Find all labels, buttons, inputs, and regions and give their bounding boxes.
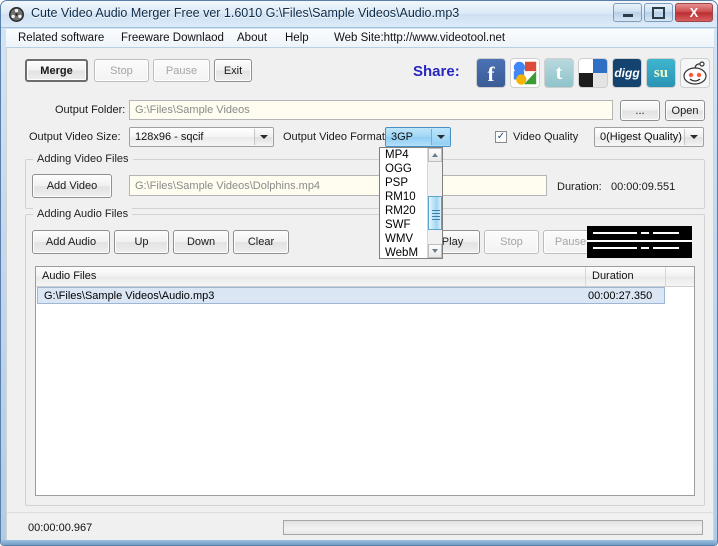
window-title: Cute Video Audio Merger Free ver 1.6010 …	[31, 6, 460, 20]
digg-label: digg	[614, 66, 640, 80]
output-video-size-combo[interactable]: 128x96 - sqcif	[129, 127, 274, 147]
scrollbar-thumb[interactable]	[428, 196, 442, 230]
maximize-icon	[645, 4, 672, 21]
row-duration: 00:00:27.350	[588, 290, 653, 302]
stumbleupon-share-icon[interactable]: su	[646, 58, 676, 88]
chevron-down-icon[interactable]	[684, 129, 702, 145]
lcd-time-display	[587, 226, 692, 258]
merge-button[interactable]: Merge	[25, 59, 88, 82]
adding-audio-files-title: Adding Audio Files	[33, 208, 133, 220]
title-bar: Cute Video Audio Merger Free ver 1.6010 …	[1, 1, 717, 28]
twitter-share-icon[interactable]: t	[544, 58, 574, 88]
stop-button[interactable]: Stop	[94, 59, 149, 82]
menu-item-about[interactable]: About	[234, 32, 270, 44]
minimize-button[interactable]	[613, 3, 642, 22]
video-quality-combo[interactable]: 0(Higest Quality)	[594, 127, 704, 147]
browse-folder-button[interactable]: ...	[620, 100, 660, 121]
video-duration-value: 00:00:09.551	[611, 181, 676, 193]
maximize-button[interactable]	[644, 3, 673, 22]
clear-list-button[interactable]: Clear	[233, 230, 289, 254]
share-label: Share:	[413, 63, 460, 80]
chevron-down-icon[interactable]	[254, 129, 272, 145]
open-folder-button[interactable]: Open	[665, 100, 705, 121]
table-row[interactable]: G:\Files\Sample Videos\Audio.mp3 00:00:2…	[37, 287, 665, 304]
scroll-down-icon[interactable]	[428, 244, 442, 258]
client-area: Merge Stop Pause Exit Share: f t digg su…	[6, 48, 714, 517]
reddit-share-icon[interactable]	[680, 58, 710, 88]
column-header-audio-files[interactable]: Audio Files	[36, 267, 586, 286]
googleplus-share-icon[interactable]	[510, 58, 540, 88]
stumbleupon-label: su	[653, 64, 669, 81]
pause-button[interactable]: Pause	[153, 59, 210, 82]
menu-item-website[interactable]: Web Site:http://www.videotool.net	[331, 32, 508, 44]
column-header-duration[interactable]: Duration	[586, 267, 666, 286]
minimize-icon	[614, 4, 641, 21]
menu-bar: Related software Freeware Downlaod About…	[6, 29, 714, 48]
digg-share-icon[interactable]: digg	[612, 58, 642, 88]
audio-stop-button[interactable]: Stop	[484, 230, 539, 254]
adding-video-files-title: Adding Video Files	[33, 153, 133, 165]
output-folder-input[interactable]: G:\Files\Sample Videos	[129, 100, 613, 120]
dropdown-scrollbar[interactable]	[427, 148, 442, 258]
output-video-format-value: 3GP	[391, 131, 414, 143]
video-file-path-input[interactable]: G:\Files\Sample Videos\Dolphins.mp4	[129, 175, 547, 196]
move-up-button[interactable]: Up	[114, 230, 169, 254]
close-button[interactable]: X	[675, 3, 713, 22]
status-bar: 00:00:00.967	[6, 512, 714, 541]
exit-button[interactable]: Exit	[214, 59, 252, 82]
list-header: Audio Files Duration	[36, 267, 694, 287]
close-icon: X	[689, 5, 699, 20]
menu-item-related-software[interactable]: Related software	[15, 32, 107, 44]
window-bottom-edge	[1, 540, 717, 545]
column-header-blank[interactable]	[666, 267, 694, 286]
output-video-format-dropdown[interactable]: MP4 OGG PSP RM10 RM20 SWF WMV WebM	[379, 147, 443, 259]
chevron-down-icon[interactable]	[431, 129, 449, 145]
menu-item-freeware-downlaod[interactable]: Freeware Downlaod	[118, 32, 227, 44]
add-audio-button[interactable]: Add Audio	[32, 230, 110, 254]
output-folder-label: Output Folder:	[55, 104, 126, 116]
output-video-size-label: Output Video Size:	[29, 131, 121, 143]
video-quality-value: 0(Higest Quality)	[600, 131, 682, 143]
move-down-button[interactable]: Down	[173, 230, 229, 254]
output-video-format-label: Output Video Format:	[283, 131, 388, 143]
video-duration-label: Duration:	[557, 181, 602, 193]
output-video-size-value: 128x96 - sqcif	[135, 131, 204, 143]
video-quality-label: Video Quality	[513, 131, 579, 143]
audio-files-list[interactable]: Audio Files Duration G:\Files\Sample Vid…	[35, 266, 695, 496]
checkmark-icon: ✓	[496, 131, 506, 142]
progress-bar	[283, 520, 703, 535]
msn-share-icon[interactable]	[578, 58, 608, 88]
scroll-up-icon[interactable]	[428, 148, 442, 162]
menu-item-help[interactable]: Help	[282, 32, 312, 44]
output-video-format-combo[interactable]: 3GP	[385, 127, 451, 147]
status-elapsed-time: 00:00:00.967	[28, 522, 93, 534]
facebook-share-icon[interactable]: f	[476, 58, 506, 88]
video-quality-checkbox[interactable]: ✓	[495, 131, 507, 143]
application-window: Cute Video Audio Merger Free ver 1.6010 …	[0, 0, 718, 546]
film-reel-icon	[8, 6, 25, 23]
row-file-path: G:\Files\Sample Videos\Audio.mp3	[44, 290, 215, 302]
add-video-button[interactable]: Add Video	[32, 174, 112, 198]
